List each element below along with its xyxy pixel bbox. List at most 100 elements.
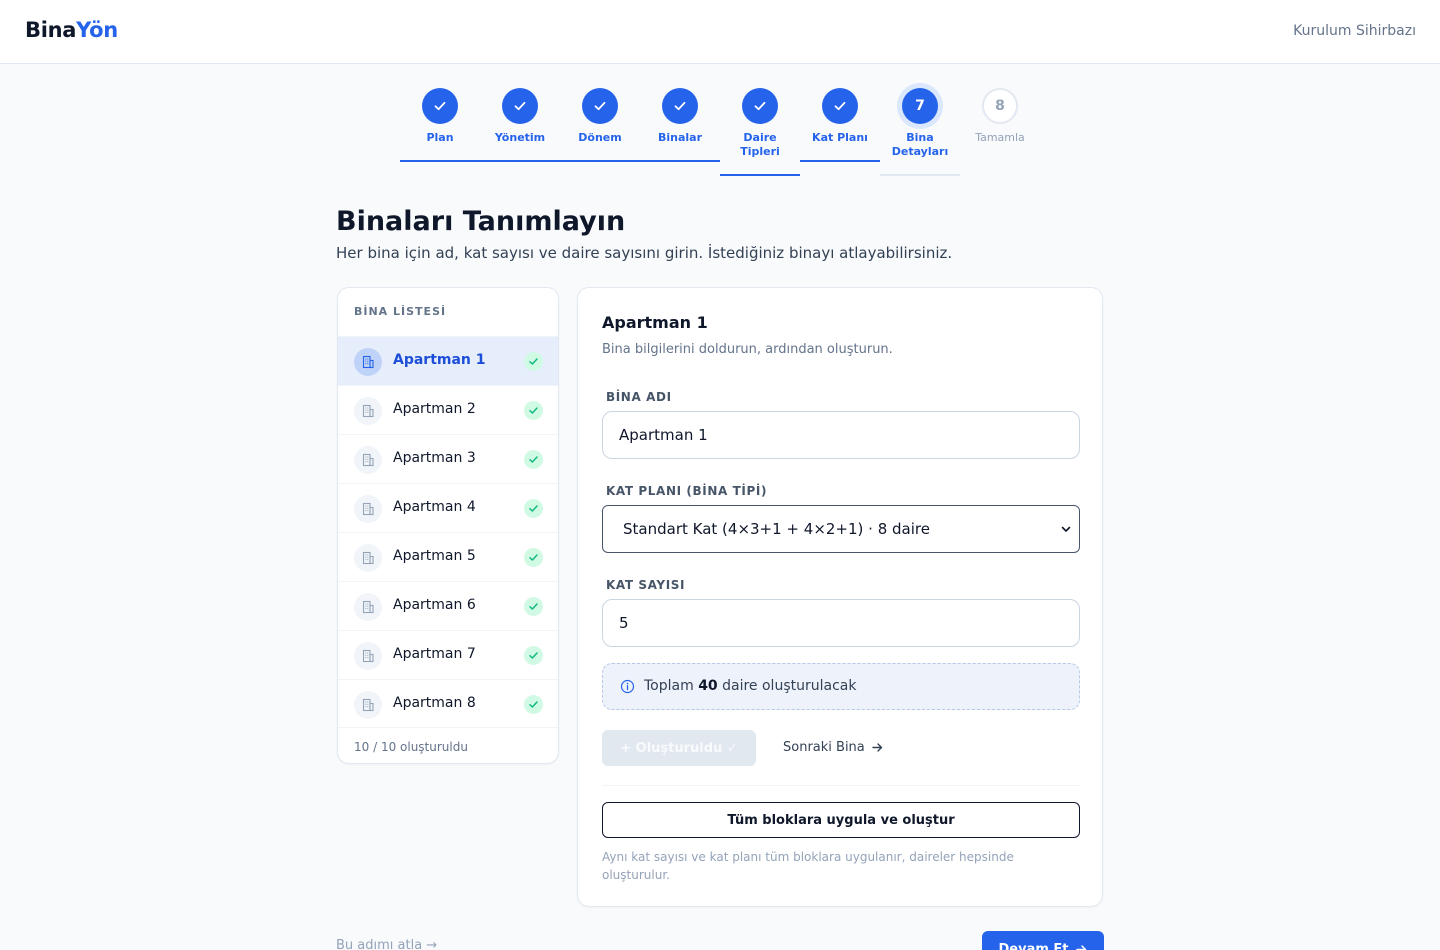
page-title: Binaları Tanımlayın — [336, 206, 626, 237]
step-donem[interactable]: Dönem — [560, 88, 640, 162]
info-icon — [620, 679, 635, 694]
building-icon — [354, 544, 382, 572]
building-icon — [354, 691, 382, 719]
skip-step-link[interactable]: Bu adımı atla → — [336, 938, 437, 950]
next-building-button[interactable]: Sonraki Bina — [783, 740, 884, 755]
step-daire-tipleri[interactable]: Daire Tipleri — [720, 88, 800, 176]
floor-count-input[interactable] — [602, 599, 1080, 647]
building-icon — [354, 642, 382, 670]
brand-logo[interactable]: BinaYön — [25, 18, 118, 42]
check-icon — [582, 88, 618, 124]
floor-plan-label: KAT PLANI (BİNA TİPİ) — [606, 484, 768, 498]
check-icon — [502, 88, 538, 124]
check-icon — [422, 88, 458, 124]
step-number: 8 — [982, 88, 1018, 124]
step-underline — [800, 160, 880, 162]
step-binalar[interactable]: Binalar — [640, 88, 720, 162]
check-icon — [524, 401, 543, 420]
building-name: Apartman 3 — [393, 450, 476, 466]
check-icon — [662, 88, 698, 124]
building-name-input[interactable] — [602, 411, 1080, 459]
page-subtitle: Her bina için ad, kat sayısı ve daire sa… — [336, 244, 953, 262]
building-icon — [354, 495, 382, 523]
step-number: 7 — [902, 88, 938, 124]
building-list-heading: BİNA LİSTESİ — [354, 305, 447, 318]
created-button-label: + Oluşturuldu ✓ — [620, 740, 738, 756]
step-label: Yönetim — [494, 131, 546, 144]
step-yonetim[interactable]: Yönetim — [480, 88, 560, 162]
check-icon — [822, 88, 858, 124]
created-button[interactable]: + Oluşturuldu ✓ — [602, 730, 756, 766]
step-label: Bina Detayları — [891, 131, 949, 158]
building-name: Apartman 8 — [393, 695, 476, 711]
check-icon — [742, 88, 778, 124]
total-units-count: 40 — [698, 678, 718, 694]
arrow-right-icon — [872, 743, 882, 752]
building-name: Apartman 2 — [393, 401, 476, 417]
building-form-panel: Apartman 1 Bina bilgilerini doldurun, ar… — [577, 287, 1103, 907]
step-label: Dönem — [578, 131, 622, 144]
building-icon — [354, 397, 382, 425]
step-underline — [640, 160, 720, 162]
form-title: Apartman 1 — [602, 313, 708, 332]
arrow-right-icon — [1075, 944, 1086, 950]
building-name: Apartman 5 — [393, 548, 476, 564]
step-underline — [400, 160, 480, 162]
step-plan[interactable]: Plan — [400, 88, 480, 162]
created-count: 10 / 10 oluşturuldu — [354, 740, 468, 754]
building-list-item[interactable]: Apartman 1 — [338, 336, 558, 385]
form-subtitle: Bina bilgilerini doldurun, ardından oluş… — [602, 342, 893, 357]
check-icon — [524, 597, 543, 616]
building-name: Apartman 6 — [393, 597, 476, 613]
building-list-item[interactable]: Apartman 5 — [338, 532, 558, 581]
step-label: Tamamla — [975, 131, 1025, 144]
building-list-item[interactable]: Apartman 8 — [338, 679, 558, 728]
next-building-label: Sonraki Bina — [783, 740, 865, 755]
step-label: Kat Planı — [812, 131, 868, 144]
wizard-label: Kurulum Sihirbazı — [1293, 23, 1416, 39]
building-name: Apartman 1 — [393, 352, 486, 368]
step-label: Binalar — [657, 131, 703, 144]
building-icon — [354, 593, 382, 621]
building-list-item[interactable]: Apartman 6 — [338, 581, 558, 630]
building-icon — [354, 348, 382, 376]
building-name: Apartman 7 — [393, 646, 476, 662]
building-list-item[interactable]: Apartman 3 — [338, 434, 558, 483]
check-icon — [524, 352, 543, 371]
continue-label: Devam Et — [998, 941, 1069, 950]
building-list-item[interactable]: Apartman 7 — [338, 630, 558, 679]
check-icon — [524, 499, 543, 518]
step-underline — [560, 160, 640, 162]
building-list-item[interactable]: Apartman 4 — [338, 483, 558, 532]
brand-name-part2: Yön — [76, 18, 118, 42]
chevron-down-icon — [1061, 526, 1071, 532]
step-underline — [880, 174, 960, 176]
top-bar: BinaYön Kurulum Sihirbazı — [0, 0, 1440, 64]
building-list-panel: BİNA LİSTESİ Apartman 1 Apartman 2 Apart… — [337, 287, 559, 764]
floor-plan-select[interactable]: Standart Kat (4×3+1 + 4×2+1) · 8 daire — [602, 505, 1080, 553]
check-icon — [524, 548, 543, 567]
divider — [602, 785, 1080, 786]
total-units-text: Toplam 40 daire oluşturulacak — [644, 678, 857, 694]
step-kat-plani[interactable]: Kat Planı — [800, 88, 880, 162]
building-name-label: BİNA ADI — [606, 390, 672, 404]
brand-name-part1: Bina — [25, 18, 77, 42]
building-icon — [354, 446, 382, 474]
step-tamamla[interactable]: 8 Tamamla — [960, 88, 1040, 145]
continue-button[interactable]: Devam Et — [982, 931, 1104, 950]
apply-all-note: Aynı kat sayısı ve kat planı tüm bloklar… — [602, 850, 1014, 882]
check-icon — [524, 695, 543, 714]
apply-all-button[interactable]: Tüm bloklara uygula ve oluştur — [602, 802, 1080, 838]
floor-plan-selected-value: Standart Kat (4×3+1 + 4×2+1) · 8 daire — [623, 520, 930, 538]
step-underline — [480, 160, 560, 162]
total-units-info: Toplam 40 daire oluşturulacak — [602, 663, 1080, 710]
step-bina-detaylari[interactable]: 7 Bina Detayları — [880, 88, 960, 176]
floor-count-label: KAT SAYISI — [606, 578, 686, 592]
step-underline — [720, 174, 800, 176]
check-icon — [524, 450, 543, 469]
step-label: Daire Tipleri — [740, 131, 780, 158]
setup-stepper: Plan Yönetim Dönem Binalar Daire Tipleri… — [400, 88, 1040, 178]
step-label: Plan — [426, 131, 454, 144]
building-list-item[interactable]: Apartman 2 — [338, 385, 558, 434]
building-list-footer: 10 / 10 oluşturuldu — [338, 727, 558, 763]
